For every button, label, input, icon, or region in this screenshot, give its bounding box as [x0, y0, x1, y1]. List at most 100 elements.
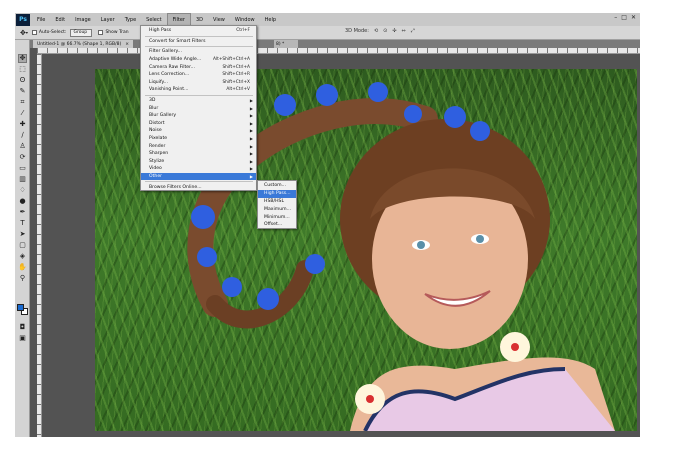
filter-menu-item[interactable]: Video ▶: [141, 165, 256, 173]
menu-separator: [145, 46, 253, 48]
gradient-tool-icon[interactable]: ▥: [18, 175, 27, 184]
other-submenu-item[interactable]: Minimum...: [258, 213, 296, 221]
menu-image[interactable]: Image: [70, 13, 96, 26]
document-tab-label: Untitled-1 @ 66.7% (Shape 1, RGB/8): [37, 41, 122, 47]
document-tab-strip: Untitled-1 @ 66.7% (Shape 1, RGB/8) × Sh…: [30, 40, 640, 48]
document-tab-3[interactable]: 8) *: [274, 40, 298, 48]
filter-menu-item[interactable]: Filter Gallery...: [141, 48, 256, 56]
filter-menu-item-label: Blur Gallery: [149, 113, 177, 119]
filter-menu-item[interactable]: Lens Correction... Shift+Ctrl+R: [141, 71, 256, 79]
show-transform-checkbox[interactable]: [98, 30, 104, 35]
quick-select-tool-icon[interactable]: ✎: [18, 87, 27, 96]
other-submenu-item[interactable]: Offset...: [258, 221, 296, 229]
filter-menu-shortcut: Shift+Ctrl+A: [222, 64, 250, 70]
filter-menu-item[interactable]: Sharpen ▶: [141, 150, 256, 158]
marquee-tool-icon[interactable]: ⬚: [18, 65, 27, 74]
zoom-tool-icon[interactable]: ⚲: [18, 274, 27, 283]
filter-menu-item[interactable]: Render ▶: [141, 142, 256, 150]
menu-layer[interactable]: Layer: [96, 13, 120, 26]
other-submenu-item-label: HSB/HSL: [264, 198, 284, 204]
filter-menu-item[interactable]: 3D ▶: [141, 97, 256, 105]
path-select-icon[interactable]: ➤: [18, 230, 27, 239]
filter-menu-item[interactable]: Convert for Smart Filters: [141, 38, 256, 46]
filter-menu-item[interactable]: Camera Raw Filter... Shift+Ctrl+A: [141, 63, 256, 71]
filter-menu-item-label: Sharpen: [149, 151, 169, 157]
filter-menu-shortcut: Shift+Ctrl+X: [222, 79, 250, 85]
menu-type[interactable]: Type: [120, 13, 141, 26]
orbit-icon[interactable]: ⟲: [374, 28, 378, 34]
hand-tool-icon[interactable]: ✋: [18, 263, 27, 272]
filter-menu-item[interactable]: Blur Gallery ▶: [141, 112, 256, 120]
foreground-color-swatch[interactable]: [17, 304, 24, 311]
filter-menu-item[interactable]: Blur ▶: [141, 104, 256, 112]
pan-icon[interactable]: ✣: [392, 28, 396, 34]
filter-menu-item-label: Lens Correction...: [149, 72, 190, 78]
eraser-tool-icon[interactable]: ▭: [18, 164, 27, 173]
close-icon[interactable]: ✕: [631, 14, 636, 21]
filter-menu-item[interactable]: Adaptive Wide Angle... Alt+Shift+Ctrl+A: [141, 56, 256, 64]
vertical-ruler[interactable]: [37, 54, 42, 437]
filter-menu-item-label: Pixelate: [149, 136, 168, 142]
other-submenu-item-label: Custom...: [264, 183, 286, 189]
filter-menu-item[interactable]: Noise ▶: [141, 127, 256, 135]
screen-mode-icon[interactable]: ▣: [18, 334, 27, 343]
eyedropper-tool-icon[interactable]: ⁄: [18, 109, 27, 118]
filter-menu-item[interactable]: Pixelate ▶: [141, 135, 256, 143]
window-controls: – □ ✕: [614, 14, 636, 21]
filter-menu-item-label: Convert for Smart Filters: [149, 38, 206, 44]
other-submenu-item-label: Maximum...: [264, 206, 292, 212]
lasso-tool-icon[interactable]: ʘ: [18, 76, 27, 85]
filter-menu-item[interactable]: Distort ▶: [141, 120, 256, 128]
maximize-icon[interactable]: □: [621, 14, 627, 21]
chevron-right-icon: ▶: [249, 151, 253, 157]
filter-menu-item[interactable]: Stylize ▶: [141, 158, 256, 166]
filter-menu-item[interactable]: High Pass Ctrl+F: [141, 27, 256, 35]
filter-menu-item-label: Camera Raw Filter...: [149, 64, 195, 70]
dodge-tool-icon[interactable]: ●: [18, 197, 27, 206]
3d-tool-icon[interactable]: ◈: [18, 252, 27, 261]
menu-help[interactable]: Help: [260, 13, 281, 26]
minimize-icon[interactable]: –: [614, 14, 617, 21]
chevron-right-icon: ▶: [249, 143, 253, 149]
filter-menu-item[interactable]: Other ▶: [141, 172, 256, 181]
filter-menu-item-label: Adaptive Wide Angle...: [149, 57, 202, 63]
brush-tool-icon[interactable]: ∕: [18, 131, 27, 140]
other-submenu-item[interactable]: High Pass...: [258, 189, 296, 198]
auto-select-checkbox[interactable]: [31, 30, 37, 35]
filter-menu-item[interactable]: Vanishing Point... Alt+Ctrl+V: [141, 86, 256, 94]
other-submenu-item[interactable]: Maximum...: [258, 205, 296, 213]
slide-icon[interactable]: ⇔: [402, 28, 406, 34]
filter-menu-item-label: Browse Filters Online...: [149, 184, 202, 190]
healing-tool-icon[interactable]: ✚: [18, 120, 27, 129]
scale-icon[interactable]: ⤢: [411, 28, 415, 34]
quick-mask-icon[interactable]: ◘: [18, 323, 27, 332]
filter-menu-item[interactable]: Browse Filters Online...: [141, 183, 256, 191]
other-submenu: Custom... High Pass... HSB/HSL Maximum... Mi…: [257, 180, 297, 229]
tab-close-icon[interactable]: ×: [125, 42, 129, 47]
right-iris: [476, 235, 484, 243]
move-tool-icon[interactable]: ✥: [18, 54, 27, 63]
chevron-right-icon: ▶: [249, 166, 253, 172]
shape-tool-icon[interactable]: ▢: [18, 241, 27, 250]
menu-edit[interactable]: Edit: [50, 13, 70, 26]
history-brush-icon[interactable]: ⟳: [18, 153, 27, 162]
filter-menu-item-label: Filter Gallery...: [149, 49, 182, 55]
other-submenu-item-label: High Pass...: [264, 191, 291, 197]
auto-select-dropdown[interactable]: Group: [70, 28, 93, 37]
type-tool-icon[interactable]: T: [18, 219, 27, 228]
roll-icon[interactable]: ⊙: [383, 28, 387, 34]
document-tab-active[interactable]: Untitled-1 @ 66.7% (Shape 1, RGB/8) ×: [33, 40, 133, 48]
chevron-down-icon[interactable]: ▾: [26, 30, 28, 35]
horizontal-ruler[interactable]: [37, 48, 640, 54]
menu-file[interactable]: File: [32, 13, 50, 26]
pen-tool-icon[interactable]: ✒: [18, 208, 27, 217]
filter-menu-item[interactable]: Liquify... Shift+Ctrl+X: [141, 79, 256, 87]
crop-tool-icon[interactable]: ⌗: [18, 98, 27, 107]
blur-tool-icon[interactable]: ♢: [18, 186, 27, 195]
auto-select-label: Auto-Select:: [38, 30, 67, 35]
other-submenu-item[interactable]: Custom...: [258, 182, 296, 190]
chevron-right-icon: ▶: [249, 136, 253, 142]
chevron-right-icon: ▶: [249, 120, 253, 126]
other-submenu-item[interactable]: HSB/HSL: [258, 198, 296, 206]
stamp-tool-icon[interactable]: ♙: [18, 142, 27, 151]
